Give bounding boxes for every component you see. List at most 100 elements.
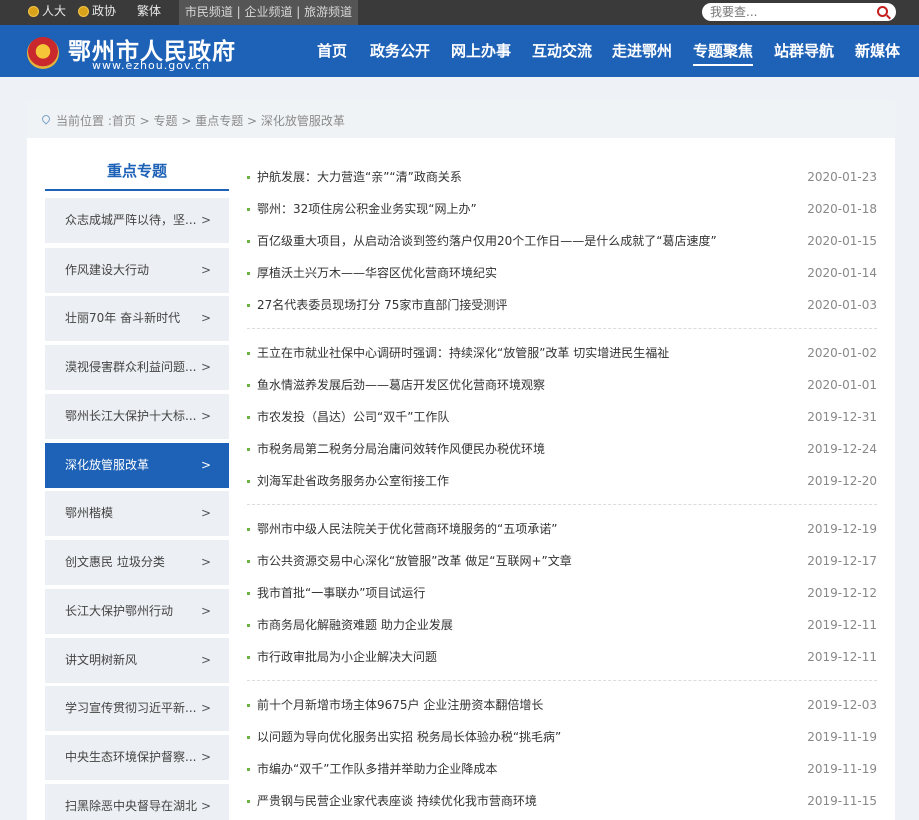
news-title[interactable]: 严贵钢与民营企业家代表座谈 持续优化我市营商环境 — [257, 791, 537, 811]
news-title[interactable]: 市行政审批局为小企业解决大问题 — [257, 647, 437, 667]
news-item[interactable]: 刘海军赴省政务服务办公室衔接工作 2019-12-20 — [247, 471, 877, 491]
sidebar-item[interactable]: 创文惠民 垃圾分类 > — [45, 540, 229, 585]
sidebar-item[interactable]: 扫黑除恶中央督导在湖北 > — [45, 784, 229, 820]
channel-links[interactable]: 市民频道 | 企业频道 | 旅游频道 — [179, 0, 358, 25]
bullet-icon — [247, 656, 250, 659]
news-date: 2019-12-03 — [807, 698, 877, 712]
news-title[interactable]: 市编办“双千”工作队多措并举助力企业降成本 — [257, 759, 497, 779]
sidebar-item[interactable]: 众志成城严阵以待，坚... > — [45, 198, 229, 243]
news-title[interactable]: 市商务局化解融资难题 助力企业发展 — [257, 615, 453, 635]
news-title[interactable]: 厚植沃土兴万木——华容区优化营商环境纪实 — [257, 263, 497, 283]
sidebar-item[interactable]: 深化放管服改革 > — [45, 443, 229, 488]
search-icon[interactable] — [877, 6, 888, 17]
news-item[interactable]: 以问题为导向优化服务出实招 税务局长体验办税“挑毛病” 2019-11-19 — [247, 727, 877, 747]
emblem-icon — [28, 6, 39, 17]
news-item[interactable]: 27名代表委员现场打分 75家市直部门接受测评 2020-01-03 — [247, 295, 877, 315]
news-item[interactable]: 市编办“双千”工作队多措并举助力企业降成本 2019-11-19 — [247, 759, 877, 779]
chevron-right-icon: > — [200, 458, 211, 472]
news-item[interactable]: 严贵钢与民营企业家代表座谈 持续优化我市营商环境 2019-11-15 — [247, 791, 877, 811]
link-zhengxie-label: 政协 — [92, 4, 117, 18]
news-date: 2019-12-19 — [807, 522, 877, 536]
news-date: 2019-12-11 — [807, 618, 877, 632]
news-title[interactable]: 市农发投（昌达）公司“双千”工作队 — [257, 407, 449, 427]
sidebar-item[interactable]: 鄂州长江大保护十大标... > — [45, 394, 229, 439]
news-title[interactable]: 以问题为导向优化服务出实招 税务局长体验办税“挑毛病” — [257, 727, 561, 747]
nav-about-ezhou[interactable]: 走进鄂州 — [612, 25, 672, 77]
news-item[interactable]: 鄂州：32项住房公积金业务实现“网上办” 2020-01-18 — [247, 199, 877, 219]
site-header: 鄂州市人民政府 www.ezhou.gov.cn 首页 政务公开 网上办事 互动… — [0, 25, 919, 77]
bullet-icon — [247, 528, 250, 531]
top-bar: 人大 政协 繁体 市民频道 | 企业频道 | 旅游频道 — [0, 0, 919, 25]
link-renda[interactable]: 人大 — [28, 0, 66, 25]
chevron-right-icon: > — [200, 799, 211, 813]
nav-site-group[interactable]: 站群导航 — [774, 25, 834, 77]
sidebar-title: 重点专题 — [45, 160, 229, 191]
chevron-right-icon: > — [200, 555, 211, 569]
news-date: 2019-11-19 — [807, 730, 877, 744]
news-title[interactable]: 我市首批“一事联办”项目试运行 — [257, 583, 425, 603]
news-date: 2019-12-12 — [807, 586, 877, 600]
news-item[interactable]: 百亿级重大项目，从启动洽谈到签约落户仅用20个工作日——是什么成就了“葛店速度”… — [247, 231, 877, 251]
news-title[interactable]: 刘海军赴省政务服务办公室衔接工作 — [257, 471, 449, 491]
news-title[interactable]: 市税务局第二税务分局治庸问效转作风便民办税优环境 — [257, 439, 545, 459]
news-date: 2020-01-15 — [807, 234, 877, 248]
news-title[interactable]: 27名代表委员现场打分 75家市直部门接受测评 — [257, 295, 507, 315]
nav-topics[interactable]: 专题聚焦 — [693, 25, 754, 77]
news-title[interactable]: 护航发展：大力营造“亲”“清”政商关系 — [257, 167, 462, 187]
bullet-icon — [247, 592, 250, 595]
search-input[interactable] — [710, 4, 870, 20]
news-item[interactable]: 市税务局第二税务分局治庸问效转作风便民办税优环境 2019-12-24 — [247, 439, 877, 459]
news-title[interactable]: 鄂州市中级人民法院关于优化营商环境服务的“五项承诺” — [257, 519, 557, 539]
sidebar-item[interactable]: 壮丽70年 奋斗新时代 > — [45, 296, 229, 341]
news-item[interactable]: 厚植沃土兴万木——华容区优化营商环境纪实 2020-01-14 — [247, 263, 877, 283]
nav-interaction[interactable]: 互动交流 — [532, 25, 592, 77]
news-title[interactable]: 市公共资源交易中心深化“放管服”改革 做足“互联网+”文章 — [257, 551, 572, 571]
nav-online-services[interactable]: 网上办事 — [451, 25, 511, 77]
news-item[interactable]: 鄂州市中级人民法院关于优化营商环境服务的“五项承诺” 2019-12-19 — [247, 519, 877, 539]
news-title[interactable]: 鄂州：32项住房公积金业务实现“网上办” — [257, 199, 477, 219]
news-date: 2019-11-15 — [807, 794, 877, 808]
news-title[interactable]: 鱼水情滋养发展后劲——葛店开发区优化营商环境观察 — [257, 375, 545, 395]
news-item[interactable]: 王立在市就业社保中心调研时强调：持续深化“放管服”改革 切实增进民生福祉 2020… — [247, 343, 877, 363]
group-divider — [247, 504, 877, 505]
group-divider — [247, 328, 877, 329]
bullet-icon — [247, 240, 250, 243]
nav-home[interactable]: 首页 — [317, 25, 347, 77]
news-item[interactable]: 前十个月新增市场主体9675户 企业注册资本翻倍增长 2019-12-03 — [247, 695, 877, 715]
bullet-icon — [247, 384, 250, 387]
bullet-icon — [247, 352, 250, 355]
sidebar-item[interactable]: 学习宣传贯彻习近平新... > — [45, 686, 229, 731]
news-title[interactable]: 前十个月新增市场主体9675户 企业注册资本翻倍增长 — [257, 695, 543, 715]
news-item[interactable]: 市行政审批局为小企业解决大问题 2019-12-11 — [247, 647, 877, 667]
news-item[interactable]: 市商务局化解融资难题 助力企业发展 2019-12-11 — [247, 615, 877, 635]
bullet-icon — [247, 800, 250, 803]
link-zhengxie[interactable]: 政协 — [78, 0, 116, 25]
bullet-icon — [247, 768, 250, 771]
sidebar-item[interactable]: 鄂州楷模 > — [45, 491, 229, 536]
bullet-icon — [247, 272, 250, 275]
sidebar-item[interactable]: 长江大保护鄂州行动 > — [45, 589, 229, 634]
breadcrumb-text[interactable]: 当前位置 :首页 > 专题 > 重点专题 > 深化放管服改革 — [56, 112, 345, 129]
bullet-icon — [247, 416, 250, 419]
nav-gov-affairs[interactable]: 政务公开 — [370, 25, 430, 77]
sidebar-item-label: 扫黑除恶中央督导在湖北 — [65, 799, 198, 813]
sidebar-item[interactable]: 讲文明树新风 > — [45, 638, 229, 683]
news-item[interactable]: 市公共资源交易中心深化“放管服”改革 做足“互联网+”文章 2019-12-17 — [247, 551, 877, 571]
news-item[interactable]: 护航发展：大力营造“亲”“清”政商关系 2020-01-23 — [247, 167, 877, 187]
search-box — [702, 3, 896, 21]
news-date: 2019-12-24 — [807, 442, 877, 456]
sidebar-item[interactable]: 中央生态环境保护督察... > — [45, 735, 229, 780]
sidebar-item-label: 学习宣传贯彻习近平新... — [65, 701, 197, 715]
sidebar-item[interactable]: 漠视侵害群众利益问题... > — [45, 345, 229, 390]
news-title[interactable]: 百亿级重大项目，从启动洽谈到签约落户仅用20个工作日——是什么成就了“葛店速度” — [257, 231, 717, 251]
sidebar-item[interactable]: 作风建设大行动 > — [45, 248, 229, 293]
news-item[interactable]: 鱼水情滋养发展后劲——葛店开发区优化营商环境观察 2020-01-01 — [247, 375, 877, 395]
news-item[interactable]: 我市首批“一事联办”项目试运行 2019-12-12 — [247, 583, 877, 603]
news-title[interactable]: 王立在市就业社保中心调研时强调：持续深化“放管服”改革 切实增进民生福祉 — [257, 343, 669, 363]
link-traditional[interactable]: 繁体 — [137, 0, 161, 25]
sidebar-item-label: 长江大保护鄂州行动 — [65, 604, 174, 618]
nav-new-media[interactable]: 新媒体 — [855, 25, 900, 77]
national-emblem-icon[interactable] — [27, 37, 59, 69]
chevron-right-icon: > — [200, 506, 211, 520]
news-item[interactable]: 市农发投（昌达）公司“双千”工作队 2019-12-31 — [247, 407, 877, 427]
